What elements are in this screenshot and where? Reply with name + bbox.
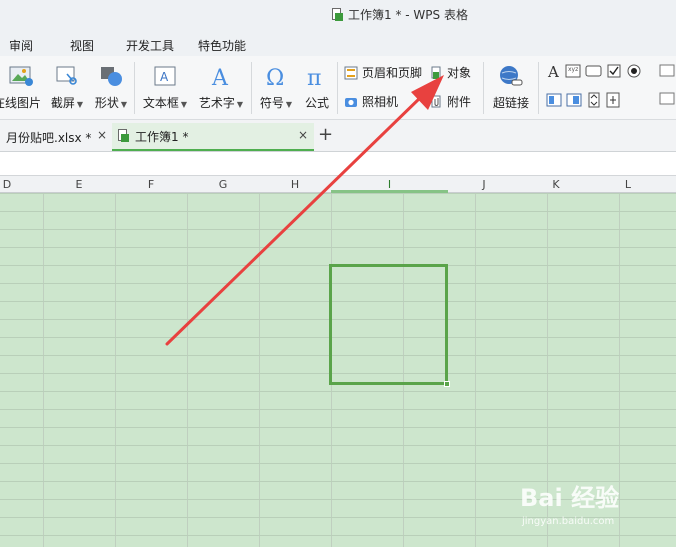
watermark-logo: Bai 经验: [520, 484, 620, 512]
baidu-watermark: Bai 经验 jingyan.baidu.com: [516, 478, 676, 538]
watermark-url: jingyan.baidu.com: [522, 516, 615, 527]
annotation-arrow: [165, 75, 444, 346]
